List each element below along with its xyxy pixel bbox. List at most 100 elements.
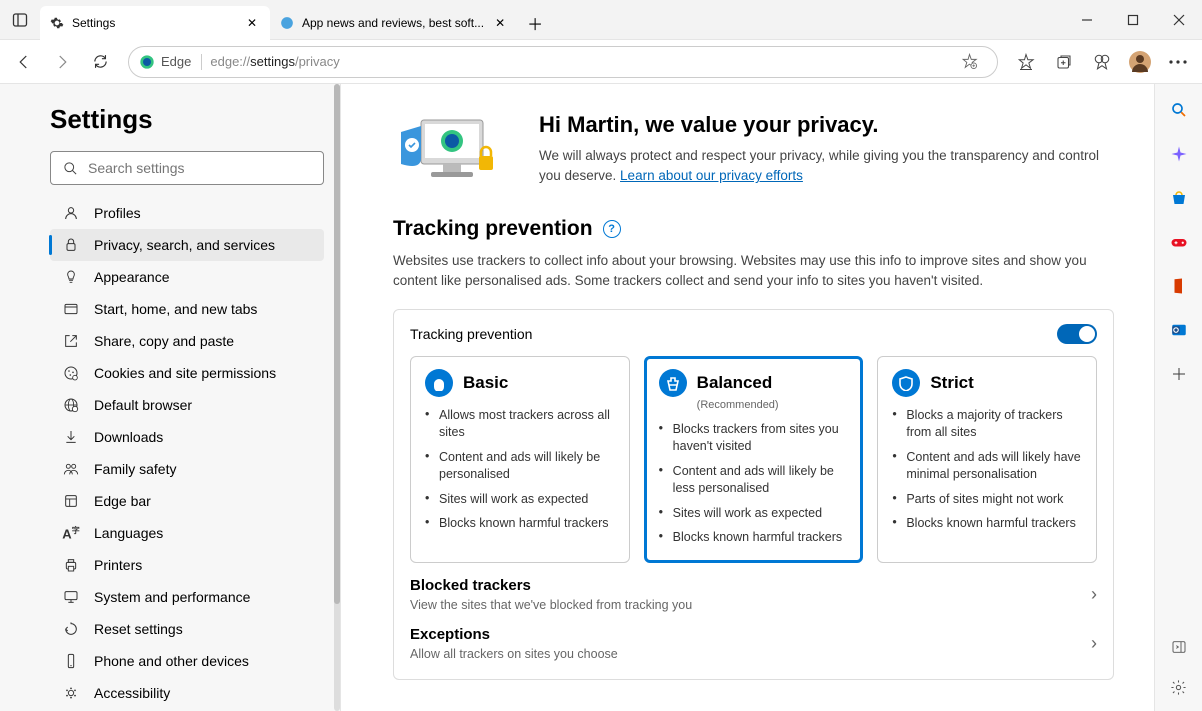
close-window-button[interactable]	[1156, 0, 1202, 40]
row-desc: View the sites that we've blocked from t…	[410, 598, 692, 612]
tracking-level-basic[interactable]: Basic Allows most trackers across all sit…	[410, 356, 630, 563]
sidebar-settings-icon[interactable]	[1167, 675, 1191, 699]
favorite-button[interactable]	[951, 44, 987, 80]
sidebar-search-icon[interactable]	[1167, 98, 1191, 122]
close-icon[interactable]: ✕	[492, 15, 508, 31]
level-bullet: Blocks a majority of trackers from all s…	[892, 403, 1082, 445]
avatar-icon	[1128, 50, 1152, 74]
close-icon[interactable]: ✕	[244, 15, 260, 31]
sidebar-office-icon[interactable]	[1167, 274, 1191, 298]
level-title: Balanced	[697, 373, 773, 393]
nav-item-appearance[interactable]: Appearance	[50, 261, 324, 293]
nav-item-family-safety[interactable]: Family safety	[50, 453, 324, 485]
new-tab-button[interactable]: ＋	[518, 6, 552, 40]
tracking-level-balanced[interactable]: Balanced(Recommended)Blocks trackers fro…	[644, 356, 864, 563]
level-icon	[659, 369, 687, 397]
level-title: Basic	[463, 373, 508, 393]
tracking-toggle[interactable]	[1057, 324, 1097, 344]
nav-item-cookies-and-site-permissions[interactable]: Cookies and site permissions	[50, 357, 324, 389]
settings-search[interactable]	[50, 151, 324, 185]
identity-label: Edge	[161, 54, 191, 69]
nav-item-share-copy-and-paste[interactable]: Share, copy and paste	[50, 325, 324, 357]
refresh-button[interactable]	[82, 44, 118, 80]
card-title: Tracking prevention	[410, 326, 532, 342]
url-text: edge://settings/privacy	[210, 54, 339, 69]
nav-item-privacy-search-and-services[interactable]: Privacy, search, and services	[50, 229, 324, 261]
row-title: Exceptions	[410, 626, 618, 643]
nav-item-start-home-and-new-tabs[interactable]: Start, home, and new tabs	[50, 293, 324, 325]
site-identity[interactable]: Edge	[139, 54, 202, 70]
nav-label: Start, home, and new tabs	[94, 301, 257, 317]
nav-icon	[62, 621, 80, 637]
nav-item-system-and-performance[interactable]: System and performance	[50, 581, 324, 613]
address-bar[interactable]: Edge edge://settings/privacy	[128, 46, 998, 78]
sidebar-shopping-icon[interactable]	[1167, 186, 1191, 210]
level-bullet: Blocks trackers from sites you haven't v…	[659, 417, 849, 459]
sidebar-collapse-icon[interactable]	[1167, 635, 1191, 659]
forward-button[interactable]	[44, 44, 80, 80]
privacy-link[interactable]: Learn about our privacy efforts	[620, 168, 803, 183]
tab-title: Settings	[72, 16, 236, 30]
more-button[interactable]	[1160, 44, 1196, 80]
edge-sidebar	[1154, 84, 1202, 711]
nav-label: Edge bar	[94, 493, 151, 509]
tab-actions-button[interactable]	[0, 0, 40, 40]
tab-softpedia[interactable]: App news and reviews, best soft... ✕	[270, 6, 518, 40]
row-desc: Allow all trackers on sites you choose	[410, 647, 618, 661]
chevron-right-icon: ›	[1091, 633, 1097, 654]
privacy-hero-illustration	[393, 112, 513, 186]
nav-label: Family safety	[94, 461, 176, 477]
tab-settings[interactable]: Settings ✕	[40, 6, 270, 40]
nav-icon	[62, 205, 80, 221]
profile-button[interactable]	[1122, 44, 1158, 80]
nav-item-edge-bar[interactable]: Edge bar	[50, 485, 324, 517]
nav-label: Languages	[94, 525, 163, 541]
nav-icon	[62, 589, 80, 605]
nav-item-default-browser[interactable]: Default browser	[50, 389, 324, 421]
sidebar-add-icon[interactable]	[1167, 362, 1191, 386]
collections-button[interactable]	[1046, 44, 1082, 80]
blocked-trackers-row[interactable]: Blocked trackers View the sites that we'…	[410, 563, 1097, 612]
help-icon[interactable]: ?	[603, 220, 621, 238]
nav-item-reset-settings[interactable]: Reset settings	[50, 613, 324, 645]
privacy-hero: Hi Martin, we value your privacy. We wil…	[393, 112, 1114, 187]
nav-item-languages[interactable]: A字 Languages	[50, 517, 324, 549]
maximize-button[interactable]	[1110, 0, 1156, 40]
nav-item-accessibility[interactable]: Accessibility	[50, 677, 324, 709]
nav-icon: A字	[62, 525, 80, 541]
level-title: Strict	[930, 373, 973, 393]
nav-icon	[62, 493, 80, 509]
nav-icon	[62, 557, 80, 573]
rewards-button[interactable]	[1084, 44, 1120, 80]
level-bullet: Content and ads will likely have minimal…	[892, 445, 1082, 487]
tracking-card: Tracking prevention Basic Allows most tra…	[393, 309, 1114, 680]
nav-item-profiles[interactable]: Profiles	[50, 197, 324, 229]
level-bullet: Parts of sites might not work	[892, 487, 1082, 512]
nav-label: Appearance	[94, 269, 170, 285]
sidebar-discover-icon[interactable]	[1167, 142, 1191, 166]
level-bullet: Sites will work as expected	[659, 501, 849, 526]
level-bullet: Allows most trackers across all sites	[425, 403, 615, 445]
search-input[interactable]	[88, 160, 311, 176]
favorites-button[interactable]	[1008, 44, 1044, 80]
nav-label: Cookies and site permissions	[94, 365, 276, 381]
nav-item-phone-and-other-devices[interactable]: Phone and other devices	[50, 645, 324, 677]
level-bullet: Blocks known harmful trackers	[892, 511, 1082, 536]
settings-content: Hi Martin, we value your privacy. We wil…	[340, 84, 1154, 711]
nav-label: Accessibility	[94, 685, 170, 701]
nav-label: Downloads	[94, 429, 163, 445]
nav-icon	[62, 237, 80, 253]
exceptions-row[interactable]: Exceptions Allow all trackers on sites y…	[410, 612, 1097, 661]
sidebar-outlook-icon[interactable]	[1167, 318, 1191, 342]
nav-icon	[62, 397, 80, 413]
tracking-level-strict[interactable]: Strict Blocks a majority of trackers from…	[877, 356, 1097, 563]
sidebar-games-icon[interactable]	[1167, 230, 1191, 254]
nav-icon	[62, 429, 80, 445]
back-button[interactable]	[6, 44, 42, 80]
window-controls	[1064, 0, 1202, 40]
nav-item-downloads[interactable]: Downloads	[50, 421, 324, 453]
minimize-button[interactable]	[1064, 0, 1110, 40]
nav-item-printers[interactable]: Printers	[50, 549, 324, 581]
page-title: Settings	[50, 104, 324, 135]
nav-label: Printers	[94, 557, 142, 573]
